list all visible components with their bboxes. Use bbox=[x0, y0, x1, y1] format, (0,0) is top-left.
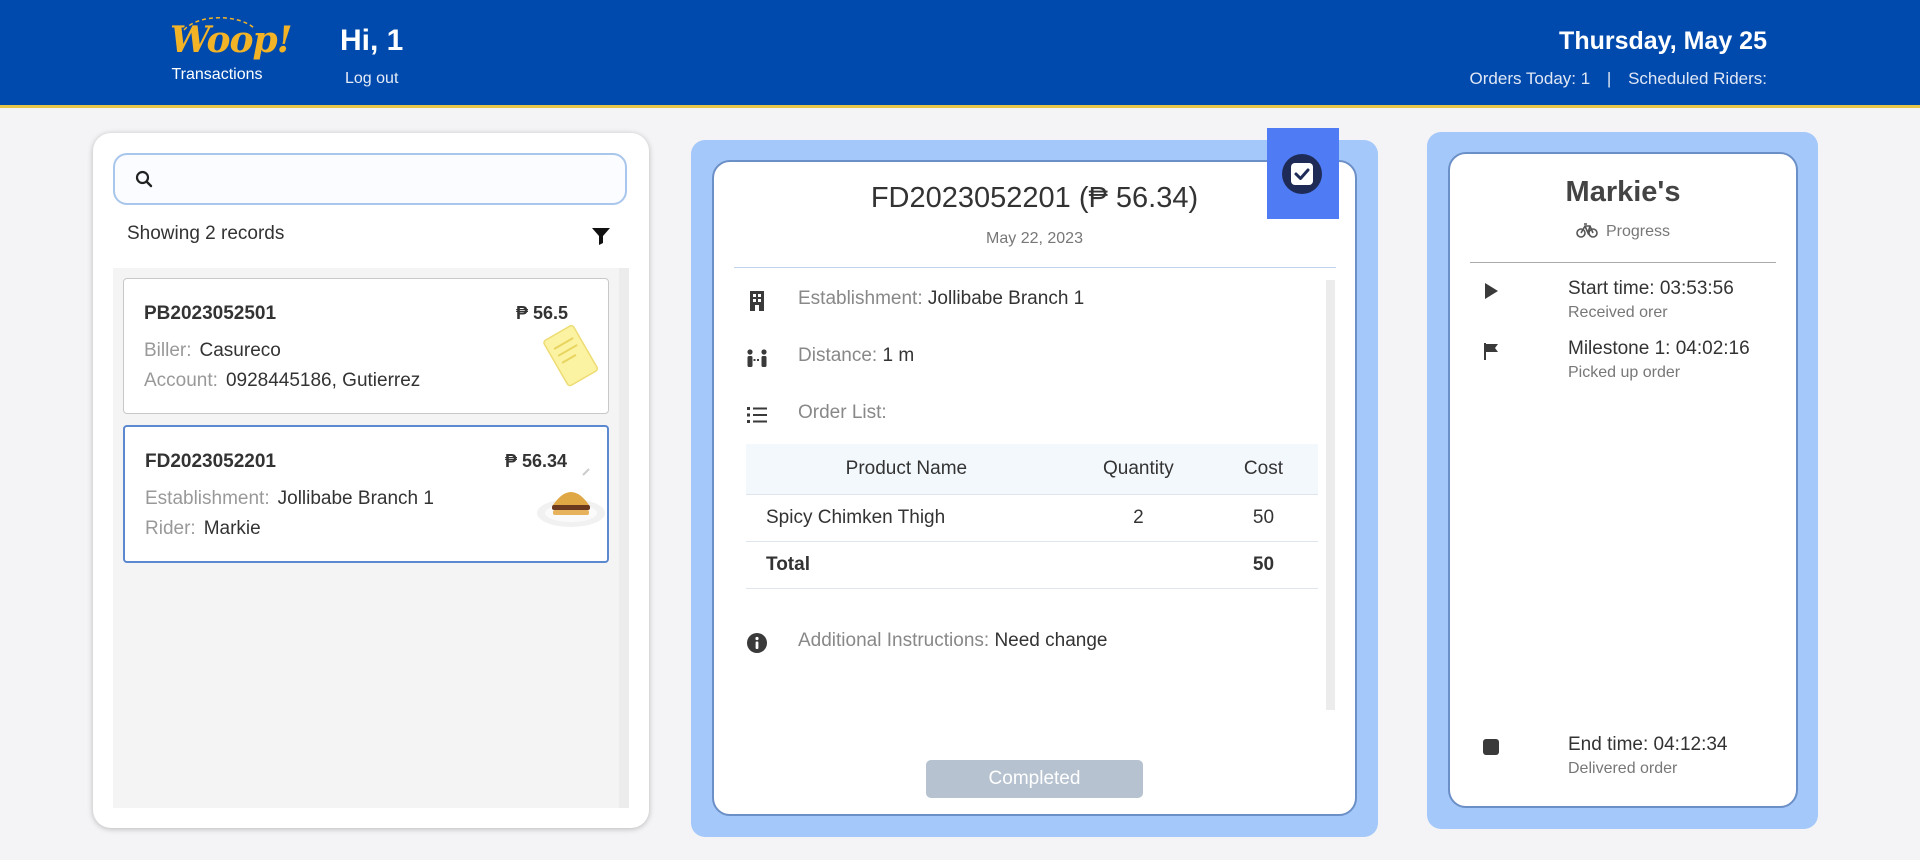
establishment-value: Jollibabe Branch 1 bbox=[927, 288, 1085, 309]
burger-plate-illustration-icon bbox=[537, 468, 605, 527]
establishment-row: Establishment: Jollibabe Branch 1 bbox=[145, 488, 434, 510]
table-row: Spicy Chimken Thigh 2 50 bbox=[746, 494, 1318, 542]
divider bbox=[734, 267, 1336, 268]
timeline-title: Start time: 03:53:56 bbox=[1568, 278, 1734, 299]
total-value: 50 bbox=[1208, 541, 1318, 589]
rider-progress-panel: Markie's Progress Start time: 03:53:56 R… bbox=[1427, 132, 1818, 829]
biller-row: Biller: Casureco bbox=[144, 340, 281, 362]
timeline-subtitle: Delivered order bbox=[1568, 760, 1678, 777]
greeting-title: Hi, 1 bbox=[340, 24, 404, 57]
column-header: Quantity bbox=[1067, 444, 1209, 495]
transaction-list[interactable]: PB2023052501 ₱ 56.5 Biller: Casureco Acco… bbox=[113, 268, 629, 808]
transaction-card-pb2023052501[interactable]: PB2023052501 ₱ 56.5 Biller: Casureco Acco… bbox=[123, 278, 609, 414]
checkbox-icon bbox=[1291, 163, 1313, 185]
orders-today: Orders Today: 1 bbox=[1469, 69, 1591, 88]
stats-separator: | bbox=[1606, 69, 1612, 88]
divider bbox=[1470, 262, 1776, 263]
product-name-cell: Spicy Chimken Thigh bbox=[746, 494, 1068, 542]
rider-label: Rider: bbox=[145, 518, 196, 539]
checkmark-icon bbox=[1294, 168, 1310, 180]
timeline-title: End time: 04:12:34 bbox=[1568, 734, 1728, 755]
stats-line: Orders Today: 1 | Scheduled Riders: bbox=[1470, 69, 1767, 89]
total-label: Total bbox=[746, 541, 1068, 589]
timeline-title: Milestone 1: 04:02:16 bbox=[1568, 338, 1750, 359]
bill-receipt-illustration-icon bbox=[543, 324, 599, 387]
column-header: Cost bbox=[1208, 444, 1318, 495]
distance-label: Distance: bbox=[798, 345, 878, 366]
order-table: Product Name Quantity Cost Spicy Chimken… bbox=[746, 444, 1318, 589]
stop-icon bbox=[1483, 739, 1499, 755]
table-header-row: Product Name Quantity Cost bbox=[746, 444, 1318, 495]
instructions-value: Need change bbox=[994, 630, 1108, 651]
play-icon bbox=[1485, 283, 1498, 299]
transactions-panel: Showing 2 records PB2023052501 ₱ 56.5 Bi… bbox=[93, 133, 649, 828]
current-date: Thursday, May 25 bbox=[1559, 27, 1767, 55]
order-list-label: Order List: bbox=[798, 402, 887, 423]
order-detail-card: FD2023052201 (₱ 56.34) May 22, 2023 Esta… bbox=[712, 160, 1357, 816]
account-value: 0928445186, Gutierrez bbox=[225, 370, 421, 391]
greeting-block: Hi, 1 Log out bbox=[340, 22, 403, 88]
order-detail-panel: FD2023052201 (₱ 56.34) May 22, 2023 Esta… bbox=[691, 140, 1378, 837]
account-label: Account: bbox=[144, 370, 218, 391]
completed-badge[interactable] bbox=[1267, 128, 1339, 219]
establishment-value: Jollibabe Branch 1 bbox=[277, 488, 434, 509]
transaction-card-fd2023052201[interactable]: FD2023052201 ₱ 56.34 Establishment: Jolli… bbox=[123, 425, 609, 563]
total-empty-cell bbox=[1067, 541, 1209, 589]
establishment-label: Establishment: bbox=[145, 488, 270, 509]
records-count: Showing 2 records bbox=[127, 223, 285, 244]
progress-label: Progress bbox=[1450, 222, 1796, 241]
logo-caption: Transactions bbox=[171, 66, 263, 83]
detail-scrollbar[interactable] bbox=[1326, 280, 1335, 710]
rider-progress-card: Markie's Progress Start time: 03:53:56 R… bbox=[1448, 152, 1798, 808]
account-row: Account: 0928445186, Gutierrez bbox=[144, 370, 420, 392]
cost-cell: 50 bbox=[1208, 494, 1318, 542]
instructions-label: Additional Instructions: bbox=[798, 630, 990, 651]
column-header: Product Name bbox=[746, 444, 1068, 495]
check-circle bbox=[1282, 154, 1322, 194]
total-row: Total 50 bbox=[746, 541, 1318, 589]
transaction-id: FD2023052201 bbox=[145, 451, 276, 472]
logo-wordmark: Woop! bbox=[170, 17, 292, 62]
list-icon bbox=[747, 407, 767, 423]
logo-swoosh-icon bbox=[183, 17, 255, 31]
bicycle-icon bbox=[1576, 223, 1598, 238]
filter-icon[interactable] bbox=[591, 226, 611, 246]
logout-link[interactable]: Log out bbox=[345, 70, 403, 88]
date-block: Thursday, May 25 Orders Today: 1 | Sched… bbox=[1470, 24, 1767, 89]
search-input[interactable] bbox=[167, 163, 611, 197]
people-distance-icon bbox=[747, 349, 767, 367]
search-box[interactable] bbox=[113, 153, 627, 205]
flag-icon bbox=[1484, 343, 1498, 360]
order-title: FD2023052201 (₱ 56.34) bbox=[870, 182, 1199, 214]
establishment-label: Establishment: bbox=[798, 288, 923, 309]
rider-row: Rider: Markie bbox=[145, 518, 261, 540]
list-scrollbar[interactable] bbox=[619, 268, 629, 808]
info-icon bbox=[747, 633, 767, 653]
scheduled-riders: Scheduled Riders: bbox=[1628, 69, 1767, 88]
rider-name: Markie's bbox=[1565, 176, 1681, 208]
timeline-subtitle: Picked up order bbox=[1568, 364, 1681, 381]
building-icon bbox=[750, 291, 764, 311]
biller-value: Casureco bbox=[199, 340, 281, 361]
completed-button[interactable]: Completed bbox=[926, 760, 1143, 798]
distance-value: 1 m bbox=[882, 345, 915, 366]
search-icon bbox=[135, 170, 153, 188]
order-date: May 22, 2023 bbox=[986, 230, 1083, 247]
quantity-cell: 2 bbox=[1067, 494, 1209, 542]
biller-label: Biller: bbox=[144, 340, 192, 361]
logo[interactable]: Woop! Transactions bbox=[170, 17, 292, 84]
transaction-id: PB2023052501 bbox=[144, 303, 277, 324]
top-bar: Woop! Transactions Hi, 1 Log out Thursda… bbox=[0, 0, 1920, 108]
rider-value: Markie bbox=[203, 518, 261, 539]
timeline-subtitle: Received orer bbox=[1568, 304, 1668, 321]
